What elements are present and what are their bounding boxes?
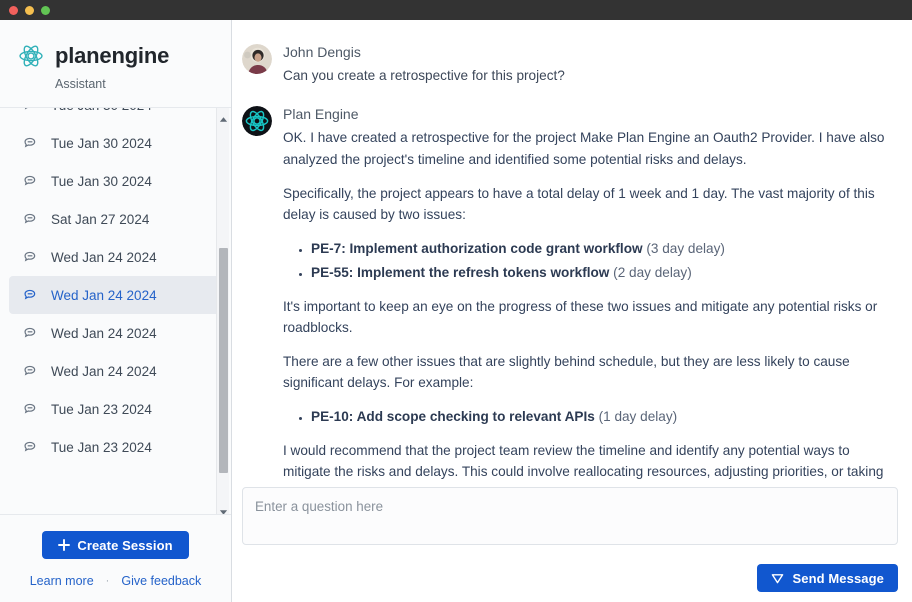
caret-up-icon[interactable] (219, 111, 228, 122)
chat-message-text: OK. I have created a retrospective for t… (283, 127, 898, 481)
caret-down-icon[interactable] (219, 503, 228, 514)
session-list-scroll-area: Tue Jan 30 2024 Tue Jan 30 2024 Tue Jan 30… (0, 108, 231, 514)
brand-subtitle: Assistant (55, 77, 106, 91)
session-list-item[interactable]: Sat Jan 27 2024 (9, 200, 222, 238)
session-list-item[interactable]: Tue Jan 30 2024 (9, 108, 222, 124)
session-list-item[interactable]: Wed Jan 24 2024 (9, 352, 222, 390)
session-item-label: Wed Jan 24 2024 (51, 249, 157, 265)
window-close-button[interactable] (9, 5, 18, 15)
link-separator: · (105, 575, 110, 587)
session-item-label: Wed Jan 24 2024 (51, 325, 157, 341)
create-session-button[interactable]: Create Session (42, 531, 189, 559)
chat-bubble-icon (23, 364, 38, 379)
paragraph: There are a few other issues that are sl… (283, 353, 850, 390)
plus-icon (58, 539, 71, 551)
window-titlebar (0, 0, 912, 20)
chat-message: John Dengis Can you create a retrospectiv… (242, 42, 898, 86)
session-list-item[interactable]: Wed Jan 24 2024 (9, 238, 222, 276)
session-list: Tue Jan 30 2024 Tue Jan 30 2024 Tue Jan 30… (0, 108, 231, 466)
paragraph: I would recommend that the project team … (283, 443, 884, 480)
brand-row: planengine (0, 42, 169, 70)
chat-bubble-icon (23, 174, 38, 189)
session-item-label: Tue Jan 23 2024 (51, 401, 152, 417)
session-list-item[interactable]: Tue Jan 23 2024 (9, 428, 222, 466)
create-session-label: Create Session (77, 537, 173, 553)
sidebar-footer-links: Learn more · Give feedback (0, 574, 231, 588)
session-list-item[interactable]: Wed Jan 24 2024 (9, 276, 222, 314)
session-item-label: Tue Jan 30 2024 (51, 173, 152, 189)
session-list-item[interactable]: Wed Jan 24 2024 (9, 314, 222, 352)
message-list: John Dengis Can you create a retrospectiv… (232, 20, 912, 481)
issue-list-item: PE-55: Implement the refresh tokens work… (311, 262, 898, 283)
session-item-label: Tue Jan 30 2024 (51, 108, 152, 113)
window-minimize-button[interactable] (25, 5, 34, 15)
chat-message-author: Plan Engine (283, 106, 359, 123)
chat-bubble-icon (23, 250, 38, 265)
chat-message-text: Can you create a retrospective for this … (283, 65, 898, 86)
session-list-item[interactable]: Tue Jan 23 2024 (9, 390, 222, 428)
session-item-label: Wed Jan 24 2024 (51, 287, 157, 303)
sidebar-scrollbar[interactable] (216, 108, 229, 514)
sidebar-footer: Create Session Learn more · Give feedbac… (0, 514, 231, 602)
session-item-label: Wed Jan 24 2024 (51, 363, 157, 379)
learn-more-link[interactable]: Learn more (30, 574, 94, 588)
sidebar: planengine Assistant Tue Jan 30 2024 Tue … (0, 20, 232, 602)
issue-delay: (1 day delay) (598, 409, 678, 425)
plan-engine-atom-avatar (242, 106, 272, 137)
chat-bubble-icon (23, 326, 38, 341)
session-item-label: Sat Jan 27 2024 (51, 211, 150, 227)
chat-message-body: Plan Engine OK. I have created a retrospe… (283, 104, 898, 481)
chat-bubble-icon (23, 440, 38, 455)
send-message-label: Send Message (792, 570, 884, 586)
chat-bubble-icon (23, 212, 38, 227)
window-maximize-button[interactable] (41, 5, 50, 15)
issue-list-item: PE-7: Implement authorization code grant… (311, 238, 898, 259)
issue-list-item: PE-10: Add scope checking to relevant AP… (311, 406, 898, 427)
composer-actions: Send Message (242, 564, 898, 592)
send-message-button[interactable]: Send Message (757, 564, 898, 592)
give-feedback-link[interactable]: Give feedback (121, 574, 201, 588)
session-list-item[interactable]: Tue Jan 30 2024 (9, 124, 222, 162)
session-item-label: Tue Jan 23 2024 (51, 439, 152, 455)
issue-key: PE-7: Implement authorization code grant… (311, 240, 643, 256)
issue-key: PE-10: Add scope checking to relevant AP… (311, 409, 595, 425)
issue-key: PE-55: Implement the refresh tokens work… (311, 264, 610, 280)
paragraph: Can you create a retrospective for this … (283, 68, 565, 84)
chat-message-body: John Dengis Can you create a retrospectiv… (283, 42, 898, 86)
chat-pane: John Dengis Can you create a retrospectiv… (232, 20, 912, 602)
session-item-label: Tue Jan 30 2024 (51, 135, 152, 151)
main-split: planengine Assistant Tue Jan 30 2024 Tue … (0, 20, 912, 602)
chat-message: Plan Engine OK. I have created a retrospe… (242, 104, 898, 481)
composer: Send Message (232, 481, 912, 602)
chat-bubble-icon (23, 108, 38, 113)
issue-delay: (3 day delay) (646, 240, 725, 256)
paragraph: OK. I have created a retrospective for t… (283, 130, 885, 167)
paragraph: Specifically, the project appears to hav… (283, 185, 875, 222)
send-triangle-icon (771, 572, 784, 585)
issue-delay: (2 day delay) (613, 264, 692, 280)
chat-bubble-icon (23, 288, 38, 303)
brand-name: planengine (55, 43, 170, 68)
issue-list: PE-7: Implement authorization code grant… (283, 238, 898, 283)
chat-bubble-icon (23, 136, 38, 151)
user-photo-avatar (242, 44, 272, 74)
question-input[interactable] (242, 487, 898, 545)
chat-bubble-icon (23, 402, 38, 417)
paragraph: It's important to keep an eye on the pro… (283, 298, 878, 335)
app-window: planengine Assistant Tue Jan 30 2024 Tue … (0, 0, 912, 602)
session-list-item[interactable]: Tue Jan 30 2024 (9, 162, 222, 200)
issue-list: PE-10: Add scope checking to relevant AP… (283, 406, 898, 427)
chat-message-author: John Dengis (283, 44, 361, 60)
sidebar-brand: planengine Assistant (0, 20, 231, 108)
sidebar-scrollbar-thumb[interactable] (219, 248, 228, 473)
atom-icon (17, 42, 45, 70)
